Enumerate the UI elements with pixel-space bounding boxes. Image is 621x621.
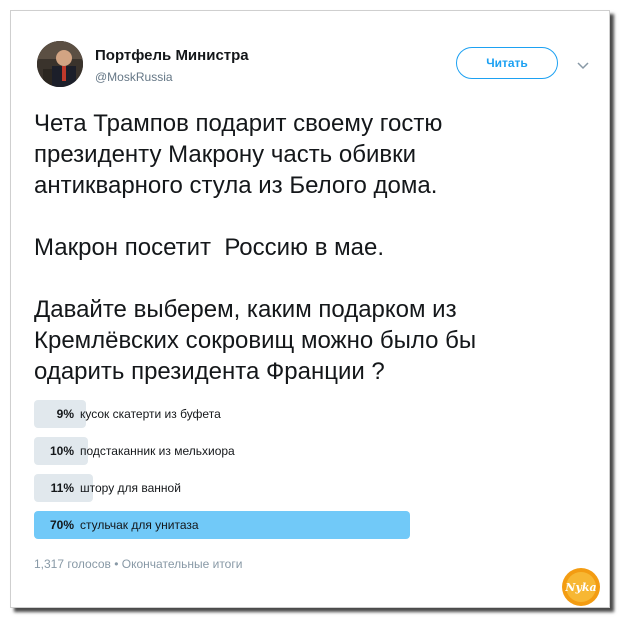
follow-button[interactable]: Читать bbox=[456, 47, 558, 79]
poll-option: 9% кусок скатерти из буфета bbox=[34, 400, 594, 428]
poll-option-percent: 70% bbox=[49, 518, 74, 532]
watermark-logo: Nyka bbox=[562, 568, 600, 606]
poll-status: Окончательные итоги bbox=[121, 557, 243, 571]
poll-option-winner: 70% стульчак для унитаза bbox=[34, 511, 594, 539]
chevron-down-icon[interactable] bbox=[577, 59, 589, 71]
tweet-text: Чета Трампов подарит своему гостю презид… bbox=[34, 110, 477, 385]
poll-option-percent: 9% bbox=[56, 407, 74, 421]
poll-option-percent: 10% bbox=[49, 444, 74, 458]
poll-option-percent: 11% bbox=[50, 481, 74, 495]
avatar[interactable] bbox=[37, 41, 83, 87]
poll-separator: • bbox=[114, 557, 119, 571]
poll-option: 11% штору для ванной bbox=[34, 474, 594, 502]
poll-option-label: штору для ванной bbox=[80, 481, 181, 495]
tweet-card: Портфель Министра @MoskRussia Читать Чет… bbox=[10, 10, 610, 608]
author-name[interactable]: Портфель Министра bbox=[95, 47, 249, 64]
poll-votes: 1,317 голосов bbox=[34, 557, 111, 571]
poll-meta: 1,317 голосов • Окончательные итоги bbox=[34, 557, 242, 571]
poll-option-label: подстаканник из мельхиора bbox=[80, 444, 235, 458]
poll-option: 10% подстаканник из мельхиора bbox=[34, 437, 594, 465]
poll-option-label: стульчак для унитаза bbox=[80, 518, 199, 532]
poll-option-label: кусок скатерти из буфета bbox=[80, 407, 221, 421]
poll: 9% кусок скатерти из буфета 10% подстака… bbox=[34, 400, 594, 548]
svg-text:Nyka: Nyka bbox=[564, 581, 596, 594]
author-handle[interactable]: @MoskRussia bbox=[95, 70, 173, 84]
